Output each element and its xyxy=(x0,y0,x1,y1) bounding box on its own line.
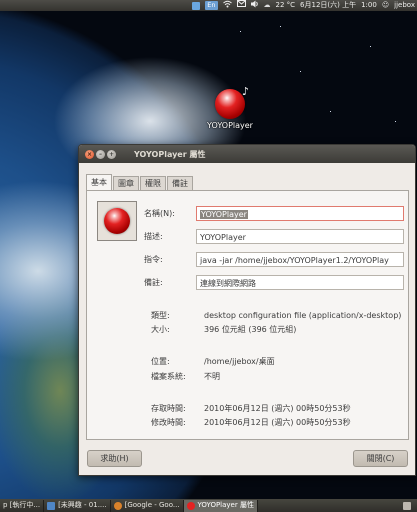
tab-bar: 基本 圖章 權限 備註 xyxy=(86,174,194,190)
basic-tab-panel: 名稱(N): YOYOPlayer 描述: YOYOPlayer 指令: jav… xyxy=(86,190,409,440)
trash-icon xyxy=(403,501,411,510)
show-desktop-button[interactable] xyxy=(400,500,417,512)
yoyoplayer-icon xyxy=(215,89,245,119)
location-value: /home/jjebox/桌面 xyxy=(204,357,275,366)
tab-notes[interactable]: 備註 xyxy=(167,176,193,190)
filesystem-value: 不明 xyxy=(204,372,220,381)
description-field[interactable]: YOYOPlayer xyxy=(196,229,404,244)
yoyoplayer-large-icon xyxy=(104,208,130,234)
dialog-titlebar[interactable]: × – + YOYOPlayer 屬性 xyxy=(79,145,415,163)
network-status-icon[interactable] xyxy=(192,1,201,10)
accessed-label: 存取時間: xyxy=(151,404,186,413)
tab-basic[interactable]: 基本 xyxy=(86,174,112,190)
name-field[interactable]: YOYOPlayer xyxy=(196,206,404,221)
accessed-value: 2010年06月12日 (週六) 00時50分53秒 xyxy=(204,404,351,413)
minimize-window-icon[interactable]: – xyxy=(96,149,105,159)
taskbar-item[interactable]: p [執行中... xyxy=(0,499,45,512)
close-window-icon[interactable]: × xyxy=(85,149,94,159)
date-text[interactable]: 6月12日(六) 上午 xyxy=(300,0,356,11)
taskbar-item-label: p [執行中... xyxy=(3,501,41,509)
desktop-launcher-yoyoplayer[interactable]: ♪ YOYOPlayer xyxy=(202,85,258,130)
type-value: desktop configuration file (application/… xyxy=(204,311,402,320)
chat-app-icon xyxy=(47,501,56,510)
taskbar-item[interactable]: [未興趣 - 01.... xyxy=(44,499,111,512)
maximize-window-icon[interactable]: + xyxy=(107,149,116,159)
name-value: YOYOPlayer xyxy=(200,210,248,219)
filesystem-label: 檔案系統: xyxy=(151,372,186,381)
taskbar-item[interactable]: [Google - Goo... xyxy=(111,499,184,512)
taskbar-item-active[interactable]: YOYOPlayer 屬性 xyxy=(183,499,258,512)
modified-value: 2010年06月12日 (週六) 00時50分53秒 xyxy=(204,418,351,427)
size-label: 大小: xyxy=(151,325,170,334)
wifi-icon[interactable] xyxy=(222,0,232,12)
weather-cloud-icon[interactable]: ☁ xyxy=(264,0,271,11)
keyboard-layout-indicator[interactable]: En xyxy=(205,1,218,10)
bottom-taskbar: p [執行中... [未興趣 - 01.... [Google - Goo...… xyxy=(0,499,417,512)
tab-permissions[interactable]: 權限 xyxy=(140,176,166,190)
tab-emblems[interactable]: 圖章 xyxy=(113,176,139,190)
command-label: 指令: xyxy=(144,255,163,264)
type-label: 類型: xyxy=(151,311,170,320)
music-note-icon: ♪ xyxy=(242,85,250,98)
user-name[interactable]: jjebox xyxy=(394,0,415,11)
properties-dialog: × – + YOYOPlayer 屬性 基本 圖章 權限 備註 名稱(N): Y… xyxy=(78,144,416,476)
volume-icon[interactable] xyxy=(250,0,259,12)
taskbar-item-label: YOYOPlayer 屬性 xyxy=(197,501,254,509)
size-value: 396 位元組 (396 位元組) xyxy=(204,325,297,334)
mail-icon[interactable] xyxy=(236,0,246,11)
browser-icon xyxy=(113,501,122,510)
clock-text[interactable]: 1:00 xyxy=(361,0,377,11)
modified-label: 修改時間: xyxy=(151,418,186,427)
properties-window-icon xyxy=(186,501,195,510)
desktop-icon-label: YOYOPlayer xyxy=(207,121,253,130)
comment-field[interactable]: 連線到網際網路 xyxy=(196,275,404,290)
dialog-title: YOYOPlayer 屬性 xyxy=(134,149,206,159)
description-label: 描述: xyxy=(144,232,163,241)
launcher-icon-button[interactable] xyxy=(97,201,137,241)
location-label: 位置: xyxy=(151,357,170,366)
top-panel: En ☁ 22 °C 6月12日(六) 上午 1:00 ☺ jjebox xyxy=(0,0,417,11)
user-switch-icon[interactable]: ☺ xyxy=(382,0,389,11)
taskbar-item-label: [Google - Goo... xyxy=(124,501,180,509)
taskbar-item-label: [未興趣 - 01.... xyxy=(58,501,107,509)
help-button[interactable]: 求助(H) xyxy=(87,450,142,467)
close-button[interactable]: 關閉(C) xyxy=(353,450,408,467)
temperature-text[interactable]: 22 °C xyxy=(276,0,296,11)
comment-label: 備註: xyxy=(144,278,163,287)
name-label: 名稱(N): xyxy=(144,209,175,218)
command-field[interactable]: java -jar /home/jjebox/YOYOPlayer1.2/YOY… xyxy=(196,252,404,267)
